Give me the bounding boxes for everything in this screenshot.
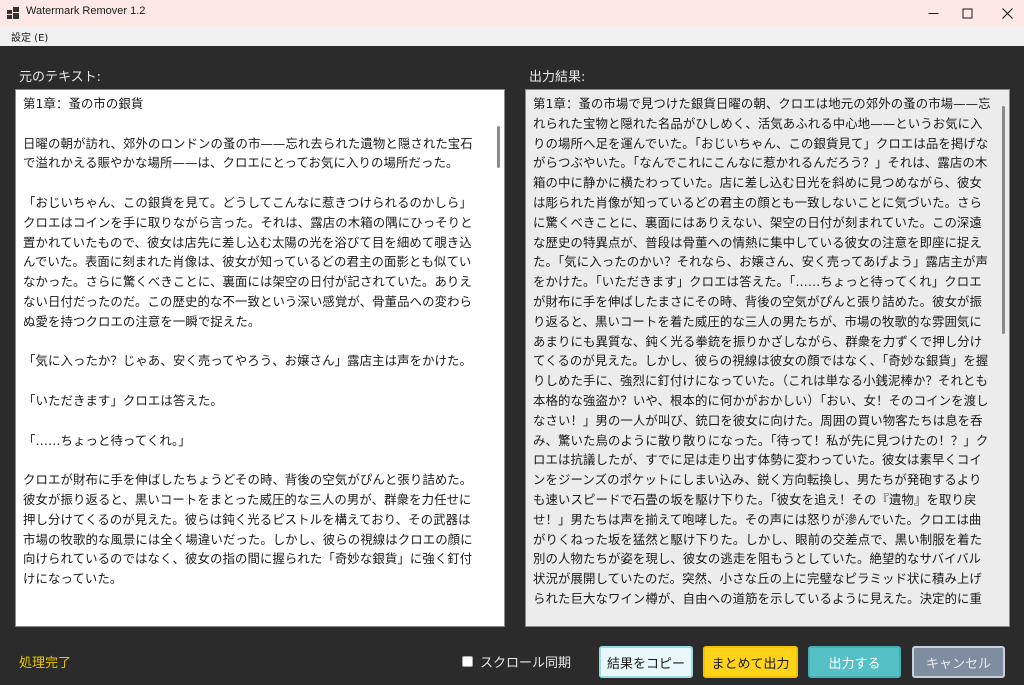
cancel-button[interactable]: キャンセル: [912, 646, 1005, 678]
minimize-icon: [928, 12, 938, 14]
title-bar: Watermark Remover 1.2: [0, 0, 1024, 26]
output-button[interactable]: 出力する: [808, 646, 901, 678]
output-textarea[interactable]: 第1章：蚤の市場で見つけた銀貨日曜の朝、クロエは地元の郊外の蚤の市場——忘れられ…: [525, 89, 1010, 627]
menu-bar: 設定 (E): [0, 26, 1024, 46]
output-text: 第1章：蚤の市場で見つけた銀貨日曜の朝、クロエは地元の郊外の蚤の市場——忘れられ…: [533, 96, 991, 606]
source-scrollbar[interactable]: [492, 90, 504, 626]
source-text: 第1章：蚤の市の銀貨 日曜の朝が訪れ、郊外のロンドンの蚤の市——忘れ去られた遺物…: [23, 96, 473, 587]
close-button[interactable]: [984, 0, 1024, 26]
app-icon: [7, 7, 19, 19]
source-text-label: 元のテキスト:: [19, 70, 101, 85]
window-title: Watermark Remover 1.2: [26, 5, 146, 17]
scroll-sync-toggle[interactable]: スクロール同期: [462, 652, 571, 671]
output-scroll-thumb[interactable]: [1002, 106, 1005, 334]
menu-settings[interactable]: 設定 (E): [11, 29, 48, 44]
output-scrollbar[interactable]: [997, 90, 1009, 626]
copy-result-button[interactable]: 結果をコピー: [599, 646, 693, 678]
scroll-sync-label[interactable]: スクロール同期: [480, 652, 571, 671]
source-scroll-thumb[interactable]: [497, 126, 500, 168]
output-result-label: 出力結果:: [529, 70, 586, 85]
source-textarea[interactable]: 第1章：蚤の市の銀貨 日曜の朝が訪れ、郊外のロンドンの蚤の市——忘れ去られた遺物…: [15, 89, 505, 627]
status-text: 処理完了: [19, 656, 72, 671]
merge-output-button[interactable]: まとめて出力: [703, 646, 798, 678]
close-icon: [1001, 7, 1013, 19]
scroll-sync-checkbox[interactable]: [462, 656, 473, 667]
maximize-icon: [962, 8, 972, 18]
